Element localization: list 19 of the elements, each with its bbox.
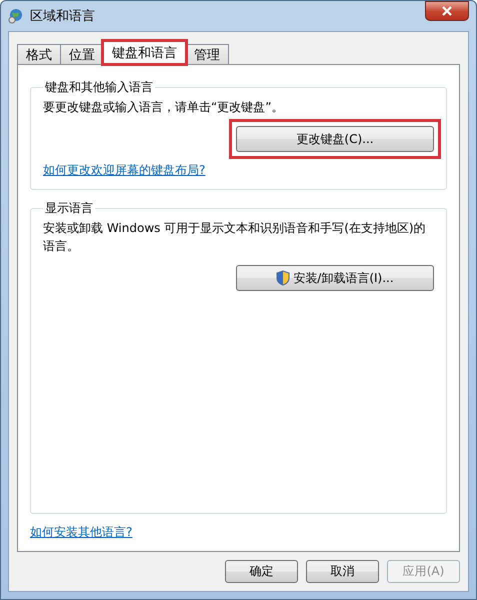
tab[interactable]: 位置 <box>60 44 104 64</box>
description-text: 安装或卸载 Windows 可用于显示文本和识别语音和手写(在支持地区)的语言。 <box>43 220 427 255</box>
tab[interactable]: 管理 <box>185 44 229 64</box>
description-text: 要更改键盘或输入语言，请单击“更改键盘”。 <box>43 99 284 116</box>
help-link[interactable]: 如何更改欢迎屏幕的键盘布局? <box>43 162 206 179</box>
tab[interactable]: 键盘和语言 <box>103 41 186 64</box>
dialog-button[interactable]: 确定 <box>225 560 298 583</box>
close-button[interactable] <box>425 1 469 21</box>
group-title: 键盘和其他输入语言 <box>44 79 154 96</box>
dialog-button[interactable]: 取消 <box>306 560 379 583</box>
globe-icon <box>8 8 24 24</box>
window-title: 区域和语言 <box>30 8 96 25</box>
action-button[interactable]: 更改键盘(C)... <box>236 126 434 152</box>
help-link[interactable]: 如何安装其他语言? <box>30 524 132 541</box>
group-title: 显示语言 <box>44 200 94 217</box>
close-icon <box>441 6 453 16</box>
shield-icon <box>276 270 290 286</box>
action-button[interactable]: 安装/卸载语言(I)... <box>236 265 434 291</box>
tab[interactable]: 格式 <box>17 44 61 64</box>
